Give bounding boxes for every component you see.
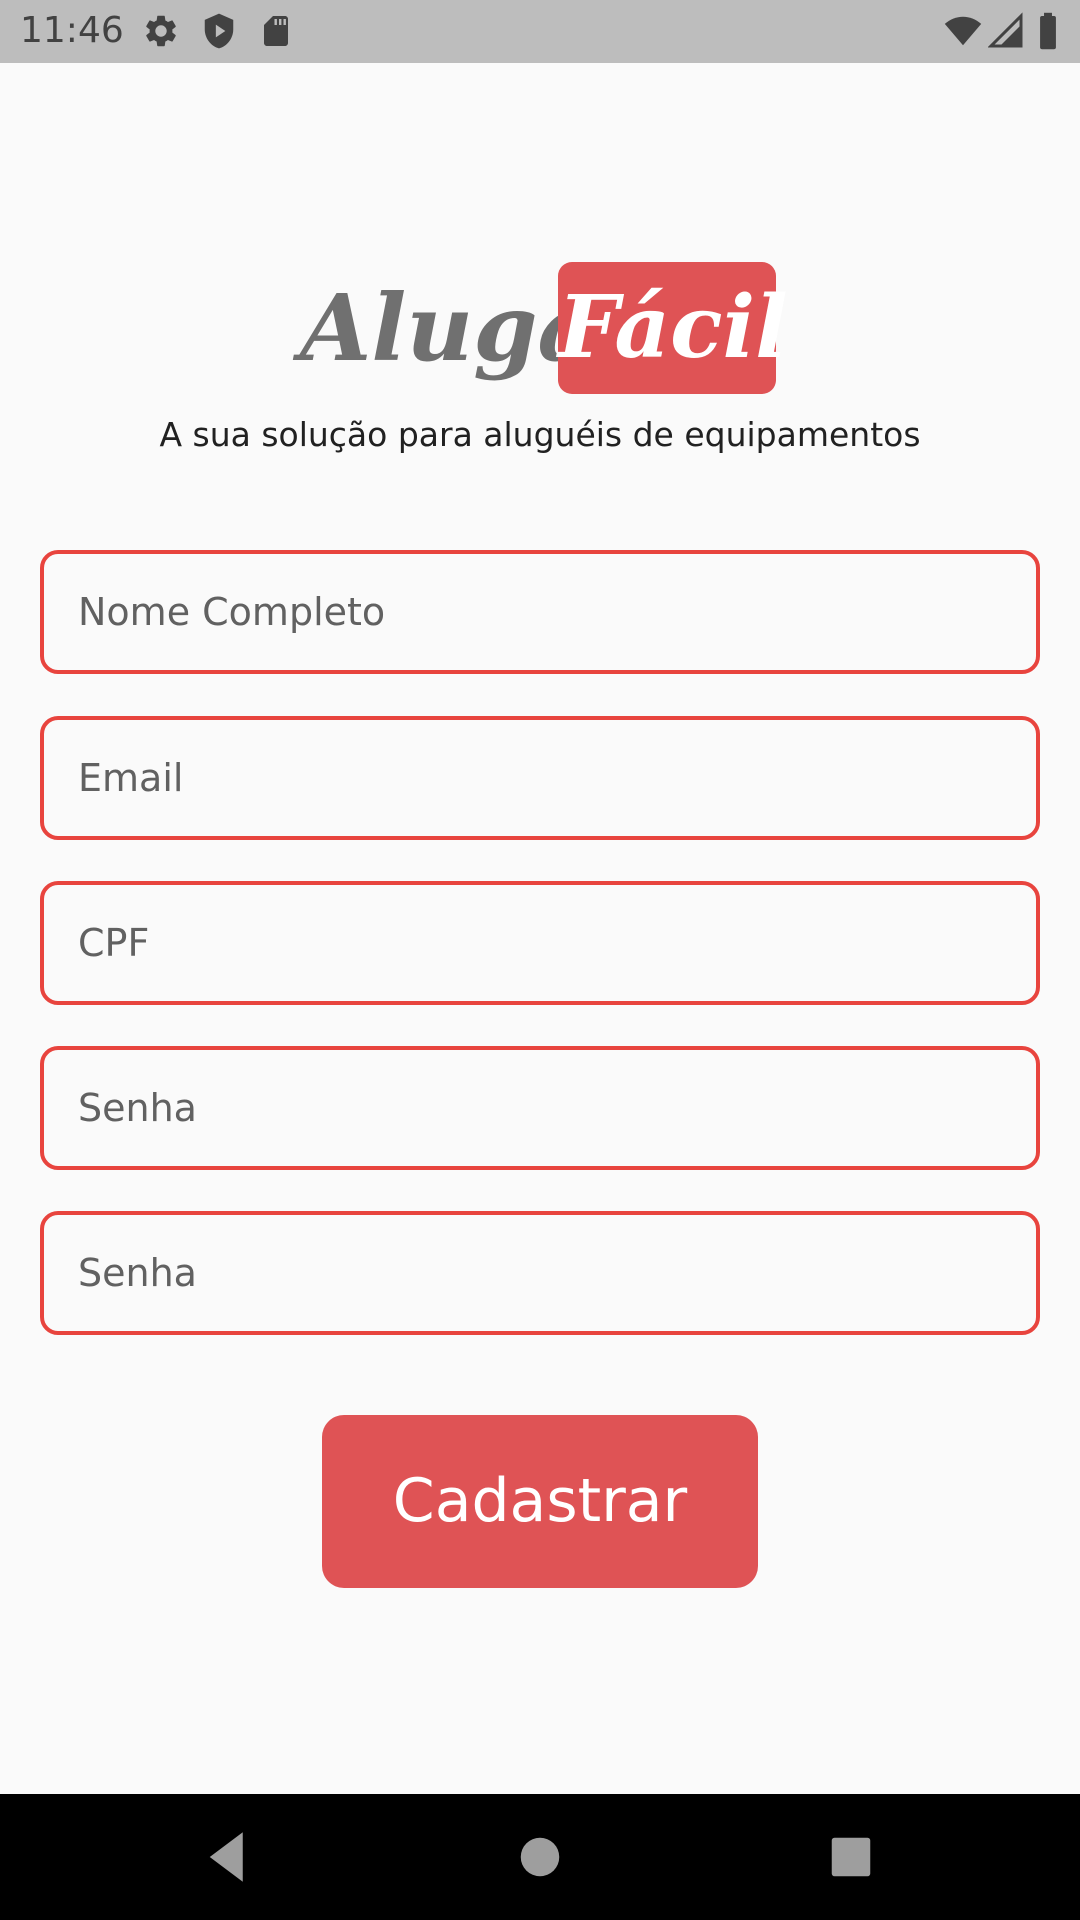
gear-icon <box>142 12 180 55</box>
logo-badge: Fácil <box>558 262 788 394</box>
confirm-password-field[interactable] <box>40 1211 1040 1335</box>
full-name-input[interactable] <box>78 554 998 670</box>
status-bar: 11:46 <box>0 0 1080 63</box>
logo-word-aluga: Aluga <box>300 274 598 382</box>
email-field[interactable] <box>40 716 1040 840</box>
navigation-bar <box>0 1794 1080 1920</box>
logo-word-facil: Fácil <box>558 277 788 378</box>
back-icon[interactable] <box>196 1824 262 1890</box>
cpf-input[interactable] <box>78 885 998 1001</box>
recents-icon[interactable] <box>818 1824 884 1890</box>
wifi-icon <box>942 12 984 55</box>
battery-icon <box>1036 12 1060 55</box>
cpf-field[interactable] <box>40 881 1040 1005</box>
email-input[interactable] <box>78 720 998 836</box>
shield-play-icon <box>200 12 238 55</box>
status-time: 11:46 <box>20 10 124 51</box>
register-button[interactable]: Cadastrar <box>322 1415 758 1588</box>
signal-icon <box>987 12 1024 55</box>
full-name-field[interactable] <box>40 550 1040 674</box>
tagline: A sua solução para aluguéis de equipamen… <box>159 415 921 454</box>
password-field[interactable] <box>40 1046 1040 1170</box>
sd-card-icon <box>258 12 294 55</box>
app-logo: Aluga Fácil <box>0 262 1080 394</box>
home-icon[interactable] <box>507 1824 573 1890</box>
password-input[interactable] <box>78 1050 998 1166</box>
confirm-password-input[interactable] <box>78 1215 998 1331</box>
